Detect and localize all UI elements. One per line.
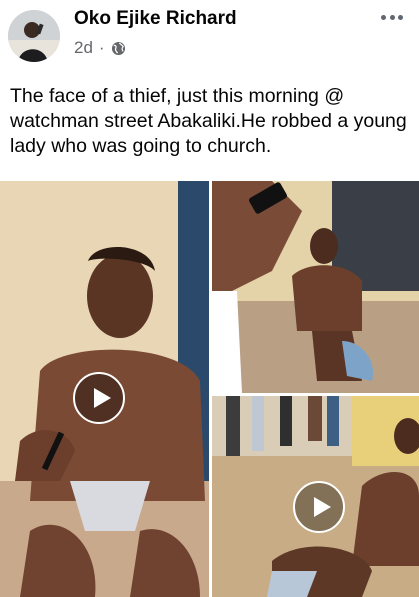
- media-video-main[interactable]: [0, 181, 209, 597]
- media-photo[interactable]: [212, 181, 419, 393]
- globe-icon: [111, 41, 126, 56]
- media-video-secondary[interactable]: [212, 396, 419, 597]
- play-icon[interactable]: [73, 372, 125, 424]
- photo-thumbnail: [212, 181, 419, 393]
- post-text: The face of a thief, just this morning @…: [10, 85, 407, 157]
- post-header: Oko Ejike Richard 2d ·: [0, 0, 419, 70]
- author-name[interactable]: Oko Ejike Richard: [74, 8, 237, 30]
- post-meta: 2d ·: [74, 38, 126, 58]
- meta-separator: ·: [98, 38, 105, 57]
- post-timestamp[interactable]: 2d: [74, 38, 93, 58]
- author-avatar[interactable]: [8, 10, 60, 62]
- more-options-icon[interactable]: [381, 10, 403, 24]
- play-icon[interactable]: [293, 481, 345, 533]
